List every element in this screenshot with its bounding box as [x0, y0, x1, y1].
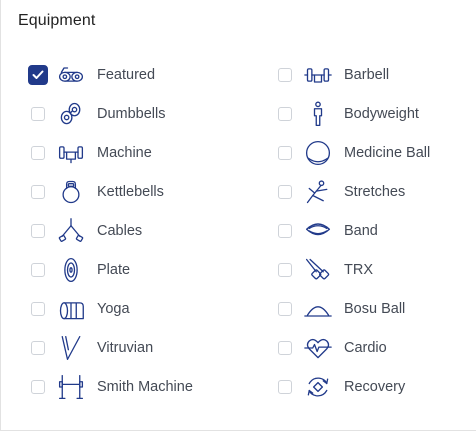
- equipment-option-bodyweight[interactable]: Bodyweight: [278, 95, 419, 133]
- equipment-label: Smith Machine: [97, 379, 193, 395]
- machine-icon: [56, 138, 86, 168]
- checkbox-recovery[interactable]: [278, 380, 292, 394]
- equipment-label: Vitruvian: [97, 340, 154, 356]
- plate-icon: [56, 255, 86, 285]
- equipment-label: Cardio: [344, 340, 387, 356]
- equipment-label: Medicine Ball: [344, 145, 431, 161]
- equipment-label: Plate: [97, 262, 131, 278]
- checkbox-trx[interactable]: [278, 263, 292, 277]
- bodyweight-icon: [303, 99, 333, 129]
- checkbox-bodyweight[interactable]: [278, 107, 292, 121]
- equipment-option-medicine-ball[interactable]: Medicine Ball: [278, 134, 430, 172]
- equipment-label: Recovery: [344, 379, 406, 395]
- equipment-option-bosu-ball[interactable]: Bosu Ball: [278, 290, 405, 328]
- equipment-option-cardio[interactable]: Cardio: [278, 329, 387, 367]
- stretches-icon: [303, 177, 333, 207]
- checkbox-medicine-ball[interactable]: [278, 146, 292, 160]
- equipment-label: Band: [344, 223, 378, 239]
- checkbox-featured[interactable]: [28, 65, 48, 85]
- checkbox-barbell[interactable]: [278, 68, 292, 82]
- equipment-option-kettlebells[interactable]: Kettlebells: [31, 173, 164, 211]
- equipment-label: TRX: [344, 262, 373, 278]
- checkbox-dumbbells[interactable]: [31, 107, 45, 121]
- cables-icon: [56, 216, 86, 246]
- vitruvian-icon: [56, 333, 86, 363]
- featured-rollers-icon: [56, 60, 86, 90]
- checkbox-vitruvian[interactable]: [31, 341, 45, 355]
- band-icon: [303, 216, 333, 246]
- barbell-icon: [303, 60, 333, 90]
- equipment-option-vitruvian[interactable]: Vitruvian: [31, 329, 153, 367]
- equipment-option-trx[interactable]: TRX: [278, 251, 373, 289]
- checkbox-machine[interactable]: [31, 146, 45, 160]
- equipment-label: Bosu Ball: [344, 301, 406, 317]
- kettlebell-icon: [56, 177, 86, 207]
- equipment-label: Cables: [97, 223, 143, 239]
- checkbox-bosu-ball[interactable]: [278, 302, 292, 316]
- yoga-mat-icon: [56, 294, 86, 324]
- equipment-label: Bodyweight: [344, 106, 419, 122]
- checkbox-kettlebells[interactable]: [31, 185, 45, 199]
- equipment-option-smith-machine[interactable]: Smith Machine: [31, 368, 193, 406]
- equipment-option-cables[interactable]: Cables: [31, 212, 142, 250]
- medicine-ball-icon: [303, 138, 333, 168]
- equipment-label: Machine: [97, 145, 152, 161]
- checkbox-cardio[interactable]: [278, 341, 292, 355]
- smith-machine-icon: [56, 372, 86, 402]
- checkbox-yoga[interactable]: [31, 302, 45, 316]
- equipment-option-dumbbells[interactable]: Dumbbells: [31, 95, 166, 133]
- equipment-label: Kettlebells: [97, 184, 164, 200]
- checkbox-band[interactable]: [278, 224, 292, 238]
- recovery-icon: [303, 372, 333, 402]
- equipment-label: Yoga: [97, 301, 130, 317]
- cardio-heart-icon: [303, 333, 333, 363]
- equipment-label: Stretches: [344, 184, 406, 200]
- equipment-option-featured[interactable]: Featured: [28, 56, 156, 94]
- equipment-option-plate[interactable]: Plate: [31, 251, 130, 289]
- equipment-label: Dumbbells: [97, 106, 166, 122]
- equipment-option-stretches[interactable]: Stretches: [278, 173, 405, 211]
- equipment-filter-panel: Equipment Featured Barbell Dumbbells Bod…: [0, 0, 476, 431]
- section-title: Equipment: [18, 12, 96, 29]
- equipment-label: Featured: [97, 67, 156, 83]
- checkbox-cables[interactable]: [31, 224, 45, 238]
- equipment-option-barbell[interactable]: Barbell: [278, 56, 389, 94]
- equipment-option-machine[interactable]: Machine: [31, 134, 152, 172]
- equipment-option-yoga[interactable]: Yoga: [31, 290, 130, 328]
- checkbox-stretches[interactable]: [278, 185, 292, 199]
- checkbox-plate[interactable]: [31, 263, 45, 277]
- bosu-ball-icon: [303, 294, 333, 324]
- trx-icon: [303, 255, 333, 285]
- equipment-option-band[interactable]: Band: [278, 212, 378, 250]
- equipment-option-recovery[interactable]: Recovery: [278, 368, 405, 406]
- checkbox-smith-machine[interactable]: [31, 380, 45, 394]
- dumbbells-icon: [56, 99, 86, 129]
- equipment-label: Barbell: [344, 67, 390, 83]
